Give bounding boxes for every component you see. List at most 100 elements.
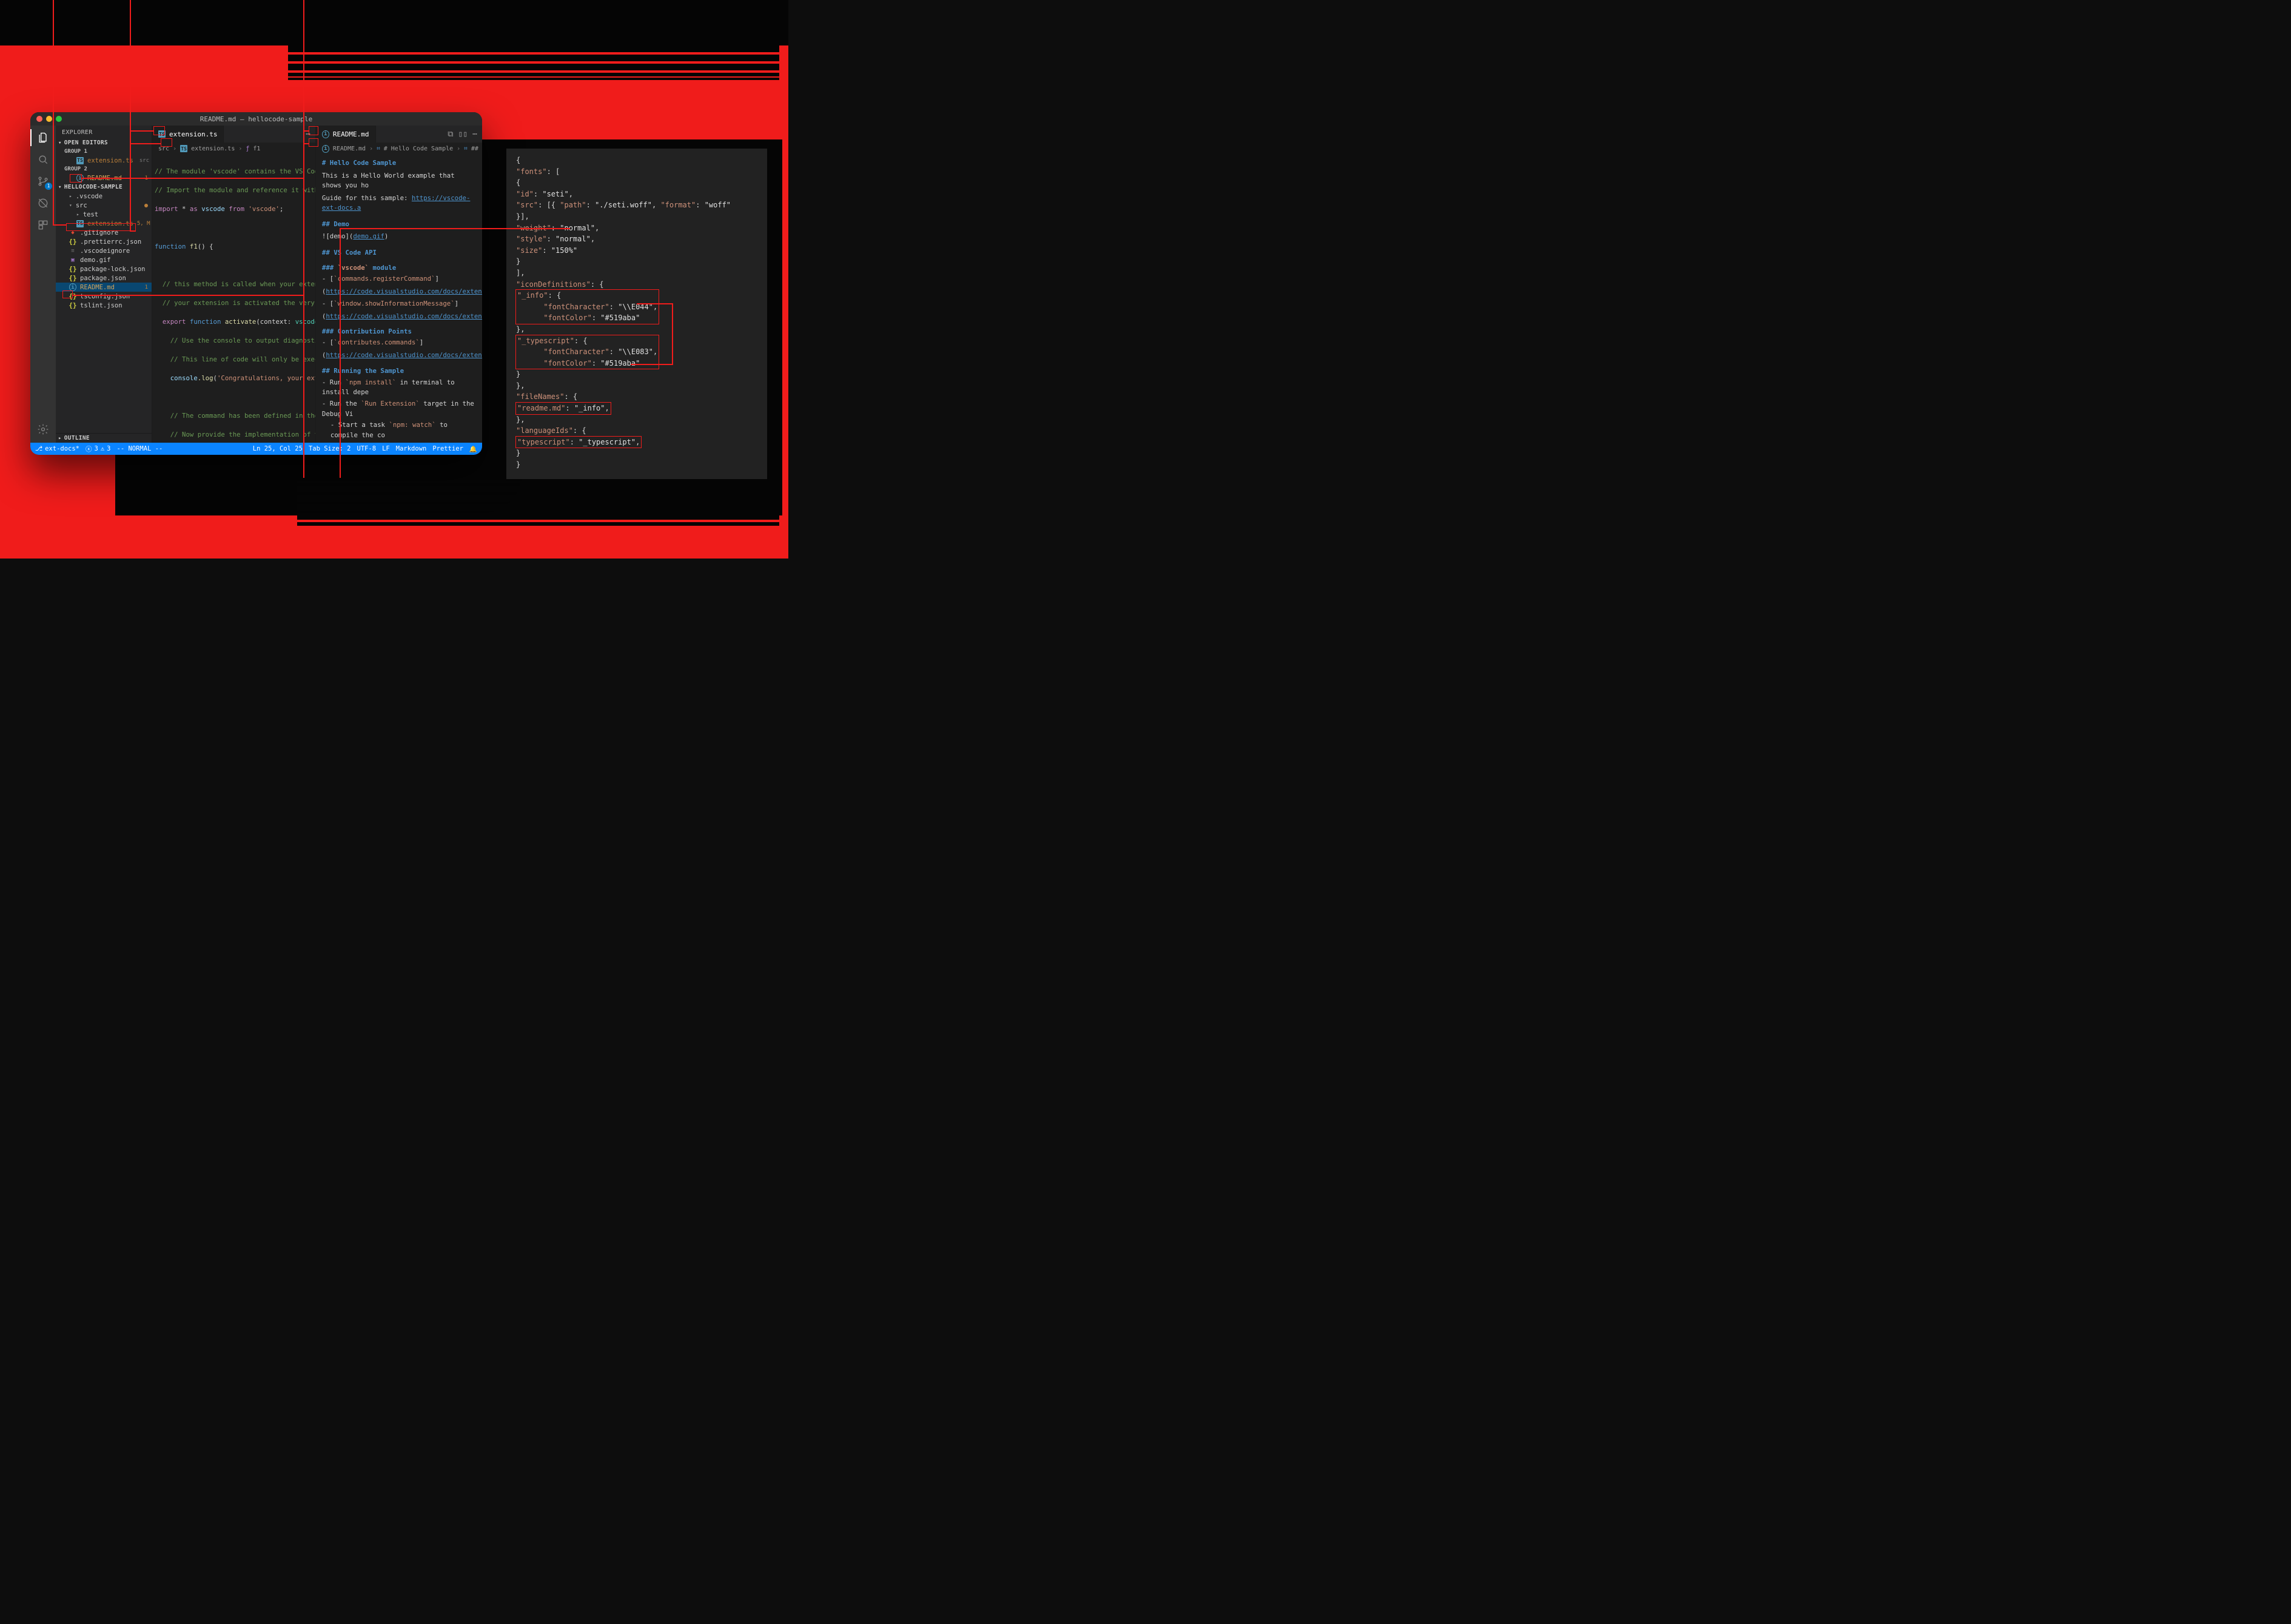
chevron-down-icon: ▾: [58, 140, 62, 146]
status-language[interactable]: Markdown: [396, 445, 427, 452]
folder-test[interactable]: ▸test: [56, 210, 152, 219]
tabs-left: TS extension.ts ⋯: [152, 126, 315, 143]
info-icon: i: [76, 175, 84, 182]
search-icon: [37, 153, 49, 166]
image-icon: ▣: [69, 257, 76, 264]
debug-icon: [37, 197, 49, 209]
folder-vscode[interactable]: ▸.vscode: [56, 192, 152, 201]
file-package-lock[interactable]: {}package-lock.json: [56, 264, 152, 273]
tab-actions-right: ⧉ ▯▯ ⋯: [443, 126, 482, 143]
window-controls: [36, 116, 62, 122]
tab-extension-ts[interactable]: TS extension.ts: [152, 126, 224, 143]
sidebar: EXPLORER ▾OPEN EDITORS GROUP 1 TS extens…: [56, 126, 152, 443]
chevron-down-icon: ▾: [58, 184, 62, 190]
more-icon[interactable]: ⋯: [306, 130, 310, 139]
window-title: README.md — hellocode-sample: [30, 115, 482, 123]
callout-ts-def: "_typescript": { "fontCharacter": "\\E08…: [516, 335, 659, 369]
poster-stripes-bottom: [297, 478, 779, 526]
file-icon: ≡: [69, 247, 76, 255]
status-cursor[interactable]: Ln 25, Col 25: [253, 445, 303, 452]
info-icon: i: [322, 145, 329, 152]
folder-src[interactable]: ▾src: [56, 201, 152, 210]
typescript-icon: TS: [76, 157, 84, 164]
minimize-icon[interactable]: [46, 116, 52, 122]
status-problems[interactable]: ⓧ3⚠3: [86, 445, 110, 454]
markdown-editor[interactable]: # Hello Code Sample This is a Hello Worl…: [316, 155, 482, 443]
chevron-right-icon: ▸: [69, 193, 72, 199]
split-editor-icon[interactable]: ▯▯: [458, 130, 468, 139]
json-snippet-panel: { "fonts": [ { "id": "seti", "src": [{ "…: [506, 149, 767, 479]
activity-debug[interactable]: [36, 196, 50, 210]
warning-icon: ⚠: [101, 445, 104, 452]
callout-info-def: "_info": { "fontCharacter": "\\E044", "f…: [516, 290, 659, 324]
status-bell[interactable]: 🔔: [469, 445, 477, 453]
file-vscodeignore[interactable]: ≡.vscodeignore: [56, 246, 152, 255]
tab-actions-left: ⋯: [301, 126, 315, 143]
chevron-right-icon: ▸: [58, 435, 62, 441]
file-tsconfig[interactable]: {}tsconfig.json: [56, 292, 152, 301]
typescript-icon: TS: [158, 130, 166, 138]
modified-dot-icon: [144, 204, 148, 207]
activity-search[interactable]: [36, 152, 50, 167]
file-extension-ts[interactable]: TS extension.ts 5, M: [56, 219, 152, 228]
file-package-json[interactable]: {}package.json: [56, 273, 152, 283]
activity-scm[interactable]: 1: [36, 174, 50, 189]
editor-area: TS extension.ts ⋯ src› TS extension.ts› …: [152, 126, 482, 443]
activity-explorer[interactable]: [36, 130, 50, 145]
activity-settings[interactable]: [36, 422, 50, 437]
extensions-icon: [37, 219, 49, 231]
breadcrumb-right[interactable]: i README.md› ⌗# Hello Code Sample› ⌗## R…: [316, 143, 482, 155]
json-icon: {}: [69, 302, 76, 309]
vscode-window: README.md — hellocode-sample 1: [30, 112, 482, 455]
scm-badge: 1: [45, 183, 52, 190]
project-section[interactable]: ▾HELLOCODE-SAMPLE: [56, 183, 152, 192]
status-encoding[interactable]: UTF-8: [357, 445, 377, 452]
status-eol[interactable]: LF: [382, 445, 390, 452]
group-2-label: GROUP 2: [56, 165, 152, 173]
activity-extensions[interactable]: [36, 218, 50, 232]
breadcrumb-left[interactable]: src› TS extension.ts› ƒ f1: [152, 143, 315, 155]
symbol-icon: ƒ: [246, 146, 249, 152]
branch-icon: ⎇: [35, 445, 42, 452]
close-icon[interactable]: [36, 116, 42, 122]
titlebar: README.md — hellocode-sample: [30, 112, 482, 126]
file-gitignore[interactable]: ◆.gitignore: [56, 228, 152, 237]
status-vim-mode: -- NORMAL --: [117, 445, 163, 452]
group-1-label: GROUP 1: [56, 147, 152, 156]
tabs-right: i README.md ⧉ ▯▯ ⋯: [316, 126, 482, 143]
zoom-icon[interactable]: [56, 116, 62, 122]
json-icon: {}: [69, 266, 76, 273]
editor-group-1: TS extension.ts ⋯ src› TS extension.ts› …: [152, 126, 315, 443]
status-tabsize[interactable]: Tab Size: 2: [309, 445, 351, 452]
code-editor[interactable]: // The module 'vscode' contains the VS C…: [152, 155, 315, 443]
file-readme[interactable]: i README.md 1: [56, 283, 152, 292]
callout-languageids: "typescript": "_typescript",: [516, 437, 641, 448]
json-icon: {}: [69, 275, 76, 282]
open-preview-icon[interactable]: ⧉: [448, 130, 453, 139]
activity-bar: 1: [30, 126, 56, 443]
info-icon: i: [69, 284, 76, 291]
more-icon[interactable]: ⋯: [472, 130, 477, 139]
git-icon: ◆: [69, 229, 76, 237]
tab-readme[interactable]: i README.md: [316, 126, 376, 143]
file-demo-gif[interactable]: ▣demo.gif: [56, 255, 152, 264]
dirty-badge: 1: [145, 175, 148, 181]
file-tslint[interactable]: {}tslint.json: [56, 301, 152, 310]
typescript-icon: TS: [76, 220, 84, 227]
open-editors-section[interactable]: ▾OPEN EDITORS: [56, 138, 152, 147]
status-branch[interactable]: ⎇ext-docs*: [35, 445, 79, 452]
poster-stripes-top: [288, 45, 779, 82]
file-prettierrc[interactable]: {}.prettierrc.json: [56, 237, 152, 246]
bell-icon: 🔔: [469, 445, 477, 453]
editor-group-2: i README.md ⧉ ▯▯ ⋯ i README.md› ⌗# Hello…: [315, 126, 482, 443]
chevron-down-icon: ▾: [69, 203, 72, 208]
open-editor-extension[interactable]: TS extension.ts src 5, M: [56, 156, 152, 165]
json-icon: {}: [69, 238, 76, 246]
error-icon: ⓧ: [86, 445, 92, 454]
open-editor-readme[interactable]: i README.md 1: [56, 173, 152, 183]
gear-icon: [37, 423, 49, 435]
files-icon: [37, 132, 49, 144]
status-prettier[interactable]: Prettier: [432, 445, 463, 452]
outline-section[interactable]: ▸OUTLINE: [56, 433, 152, 443]
sidebar-title: EXPLORER: [56, 126, 152, 138]
